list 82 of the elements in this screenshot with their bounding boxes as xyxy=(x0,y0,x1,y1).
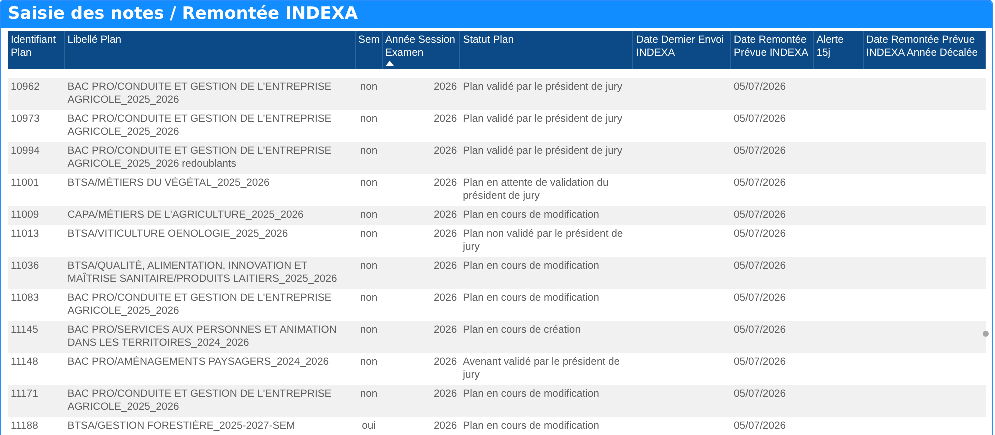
table-cell-text: non xyxy=(359,209,379,223)
table-cell-text: BTSA/QUALITÉ, ALIMENTATION, INNOVATION ET MAÎTRISE SANITAIRE/PRODUITS LAITIERS_2025_2026 xyxy=(66,259,338,287)
column-header[interactable]: Date Remontée Prévue INDEXA xyxy=(731,31,814,69)
table-cell-text: 05/07/2026 xyxy=(733,388,788,402)
table-cell-text: 2026 xyxy=(433,324,458,338)
table-cell-text: Plan en cours de création xyxy=(462,324,582,338)
column-header[interactable]: Date Remontée Prévue INDEXA Année Décalée xyxy=(864,31,986,69)
table-cell-text: Avenant validé par le président de jury xyxy=(462,356,622,383)
table-cell-text: BAC PRO/SERVICES AUX PERSONNES ET ANIMATION DANS LES TERRITOIRES_2024_2026 xyxy=(66,324,338,351)
column-header[interactable]: Année Session Examen xyxy=(382,31,460,69)
column-header[interactable]: Identifiant Plan xyxy=(8,31,65,69)
table-cell-text: 10994 xyxy=(10,145,41,159)
table-cell-text: 11171 xyxy=(10,388,40,402)
table-cell-text: non xyxy=(359,292,379,306)
table-cell-text: 05/07/2026 xyxy=(733,113,788,127)
table-cell-text: Plan en cours de modification xyxy=(462,292,600,306)
table-cell-text: Plan validé par le président de jury xyxy=(462,145,624,159)
table-cell-text: 11036 xyxy=(10,260,40,274)
table-cell-text: Plan en cours de modification xyxy=(462,260,600,274)
table-cell-text: 2026 xyxy=(433,177,458,191)
table-cell-text: 11148 xyxy=(10,356,40,370)
table-cell-text: Plan en cours de modification xyxy=(462,388,600,402)
table-cell-text: 2026 xyxy=(433,145,458,159)
table-cell-text: 11009 xyxy=(10,209,40,223)
table-cell-text: 11013 xyxy=(10,228,40,242)
table-cell-text: 05/07/2026 xyxy=(733,228,788,242)
column-header[interactable]: Sem xyxy=(356,31,383,69)
column-header[interactable]: Alerte 15j xyxy=(814,31,864,69)
column-header[interactable]: Statut Plan xyxy=(460,31,634,69)
table-cell-text: 2026 xyxy=(433,388,458,402)
table-cell-text: 11001 xyxy=(10,177,40,191)
table-cell-text: non xyxy=(359,356,379,370)
column-header[interactable]: Libellé Plan xyxy=(64,31,356,69)
table-cell-text: oui xyxy=(361,420,377,434)
table-cell-text: 05/07/2026 xyxy=(733,177,788,191)
table-cell-text: Plan non validé par le président de jury xyxy=(462,228,624,255)
table-cell-text: BTSA/GESTION FORESTIÈRE_2025-2027-SEM xyxy=(66,419,296,434)
table-cell-text: 2026 xyxy=(433,260,458,274)
table-cell-text: non xyxy=(359,113,379,127)
table-cell-text: non xyxy=(359,145,379,159)
table-cell-text: BAC PRO/AMÉNAGEMENTS PAYSAGERS_2024_2026 xyxy=(66,355,330,370)
table-cell-text: 10973 xyxy=(10,113,41,127)
table-cell-text: 2026 xyxy=(433,356,458,370)
table-cell-text: BAC PRO/CONDUITE ET GESTION DE L'ENTREPRISE AGRICOLE_2025_2026 xyxy=(66,388,333,415)
table-cell-text: BTSA/MÉTIERS DU VÉGÉTAL_2025_2026 xyxy=(66,176,271,191)
table-cell-text: non xyxy=(359,177,379,191)
table-cell-text: BAC PRO/CONDUITE ET GESTION DE L'ENTREPRISE AGRICOLE_2025_2026 xyxy=(66,292,333,319)
table-cell-text: Plan en cours de modification xyxy=(462,420,600,434)
table-cell-text: 11145 xyxy=(10,324,40,338)
table-cell-text: 05/07/2026 xyxy=(733,420,788,434)
table-cell-text: 11188 xyxy=(10,420,40,434)
table-cell-text: 05/07/2026 xyxy=(733,356,788,370)
panel-title: Saisie des notes / Remontée INDEXA xyxy=(1,1,992,28)
table-cell-text: 2026 xyxy=(433,81,458,95)
table-cell-text: 05/07/2026 xyxy=(733,145,788,159)
table-cell-text: 2026 xyxy=(433,209,458,223)
table-cell-text: non xyxy=(359,260,379,274)
table-cell-text: 10962 xyxy=(10,81,41,95)
table-cell-text: BTSA/VITICULTURE OENOLOGIE_2025_2026 xyxy=(66,228,290,242)
table-cell-text: 2026 xyxy=(433,113,458,127)
table-cell-text: 05/07/2026 xyxy=(733,292,788,306)
table-cell-text: non xyxy=(359,81,379,95)
table-cell-text: 05/07/2026 xyxy=(733,209,788,223)
table-cell-text: BAC PRO/CONDUITE ET GESTION DE L'ENTREPRISE AGRICOLE_2025_2026 redoublants xyxy=(66,145,333,172)
table-cell-text: 05/07/2026 xyxy=(733,324,788,338)
table-cell-text: BAC PRO/CONDUITE ET GESTION DE L'ENTREPRISE AGRICOLE_2025_2026 xyxy=(66,81,333,108)
table-cell-text: non xyxy=(359,228,379,242)
table-cell-text: 2026 xyxy=(433,228,458,242)
table-cell-text: 05/07/2026 xyxy=(733,260,788,274)
table-cell-text: 05/07/2026 xyxy=(733,81,788,95)
table-cell-text: CAPA/MÉTIERS DE L'AGRICULTURE_2025_2026 xyxy=(66,208,305,223)
table-cell-text: Plan validé par le président de jury xyxy=(462,113,624,127)
column-header[interactable]: Date Dernier Envoi INDEXA xyxy=(633,31,732,69)
table-cell-text: non xyxy=(359,388,379,402)
table-cell-text: 2026 xyxy=(433,292,458,306)
table-cell-text: BAC PRO/CONDUITE ET GESTION DE L'ENTREPRISE AGRICOLE_2025_2026 xyxy=(66,113,333,140)
table-cell-text: non xyxy=(359,324,379,338)
table-cell-text: 11083 xyxy=(10,292,40,306)
table-cell-text: Plan validé par le président de jury xyxy=(462,81,624,95)
table-cell-text: Plan en attente de validation du président de jury xyxy=(462,177,610,204)
table-cell-text: 2026 xyxy=(433,420,458,434)
table-cell-text: Plan en cours de modification xyxy=(462,209,600,223)
